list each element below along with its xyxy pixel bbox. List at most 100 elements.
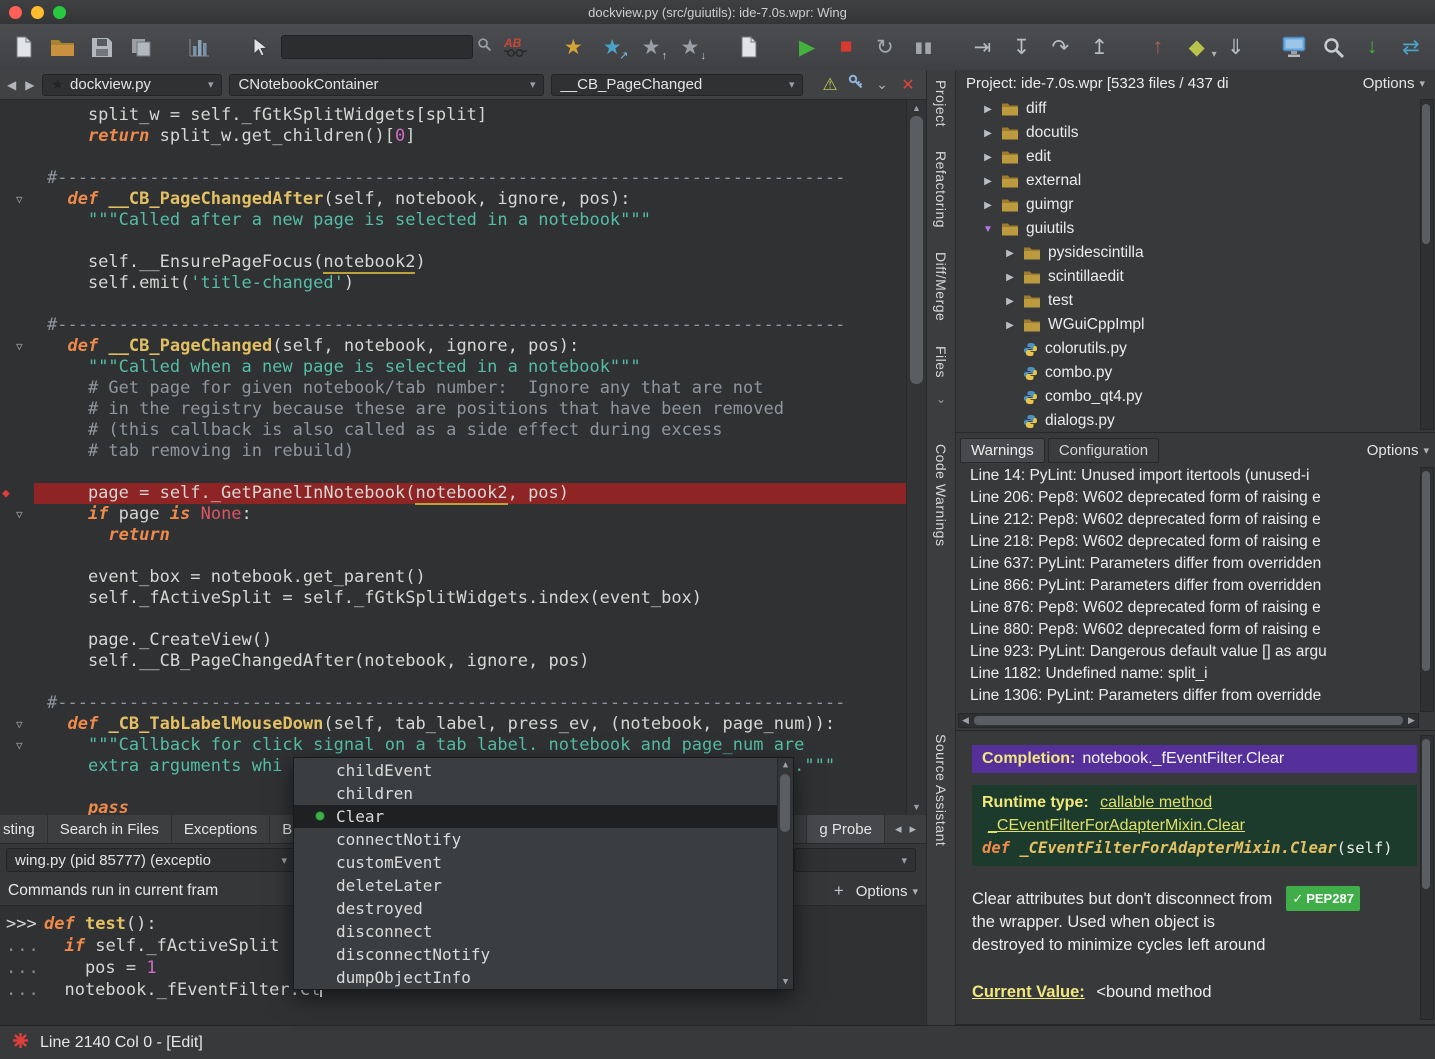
code-line[interactable] bbox=[0, 294, 906, 315]
select-mode-icon[interactable] bbox=[242, 31, 274, 63]
code-line[interactable] bbox=[0, 546, 906, 567]
scroll-up-icon[interactable]: ▲ bbox=[907, 103, 926, 113]
collapse-all-icon[interactable]: ⇓ bbox=[1220, 31, 1252, 63]
nav-forward-icon[interactable]: ▶ bbox=[24, 78, 35, 92]
tree-item-combo-qt4-py[interactable]: combo_qt4.py bbox=[956, 385, 1421, 409]
debug-restart-icon[interactable]: ↻ bbox=[869, 31, 901, 63]
code-line[interactable] bbox=[0, 462, 906, 483]
scroll-left-icon[interactable]: ◀ bbox=[959, 715, 972, 726]
warnings-indicator-icon[interactable]: ⚠ bbox=[818, 75, 842, 95]
gutter[interactable]: ▽ bbox=[0, 504, 47, 525]
debug-stop-icon[interactable]: ■ bbox=[830, 31, 862, 63]
vertical-tab-code-warnings[interactable]: Code Warnings bbox=[933, 444, 949, 546]
scrollbar-thumb[interactable] bbox=[974, 716, 1403, 725]
scroll-up-icon[interactable]: ▲ bbox=[778, 760, 793, 770]
class-scope-dropdown[interactable]: CNotebookContainer ▾ bbox=[229, 74, 544, 96]
gutter[interactable] bbox=[0, 273, 47, 294]
gutter[interactable] bbox=[0, 651, 47, 672]
code-line[interactable]: page._CreateView() bbox=[0, 630, 906, 651]
warnings-hscrollbar[interactable]: ◀ ▶ bbox=[958, 713, 1419, 728]
expand-arrow-icon[interactable]: ▶ bbox=[982, 200, 994, 211]
project-tree[interactable]: ▶diff▶docutils▶edit▶external▶guimgr▼guiu… bbox=[956, 97, 1421, 432]
scrollbar-thumb[interactable] bbox=[910, 116, 923, 384]
tab-configuration[interactable]: Configuration bbox=[1048, 438, 1159, 463]
tree-item-scintillaedit[interactable]: ▶scintillaedit bbox=[956, 265, 1421, 289]
gutter[interactable] bbox=[0, 231, 47, 252]
gutter[interactable] bbox=[0, 105, 47, 126]
code-line[interactable]: ▽ def _CB_TabLabelMouseDown(self, tab_la… bbox=[0, 714, 906, 735]
warning-item[interactable]: Line 218: Pep8: W602 deprecated form of … bbox=[956, 531, 1421, 553]
gutter[interactable] bbox=[0, 462, 47, 483]
new-file-icon[interactable] bbox=[8, 31, 40, 63]
warnings-options-button[interactable]: Options ▾ bbox=[1367, 442, 1429, 459]
warning-item[interactable]: Line 14: PyLint: Unused import itertools… bbox=[956, 465, 1421, 487]
code-line[interactable]: #---------------------------------------… bbox=[0, 693, 906, 714]
gutter[interactable]: ◆ bbox=[0, 483, 47, 504]
bookmark-next-icon[interactable]: ★↓ bbox=[674, 31, 706, 63]
code-line[interactable]: split_w = self._fGtkSplitWidgets[split] bbox=[0, 105, 906, 126]
code-line[interactable]: # in the registry because these are posi… bbox=[0, 399, 906, 420]
tab-warnings[interactable]: Warnings bbox=[960, 438, 1045, 463]
tab-exceptions[interactable]: Exceptions bbox=[172, 815, 270, 843]
bookmark-prev-icon[interactable]: ★↑ bbox=[635, 31, 667, 63]
code-line[interactable]: #---------------------------------------… bbox=[0, 168, 906, 189]
frame-up-icon[interactable]: ↑ bbox=[1142, 31, 1174, 63]
gutter[interactable] bbox=[0, 294, 47, 315]
profiler-icon[interactable] bbox=[183, 31, 215, 63]
expand-arrow-icon[interactable]: ▶ bbox=[1004, 320, 1016, 331]
breakpoint-marker-icon[interactable]: ◆ bbox=[2, 483, 10, 504]
completion-item[interactable]: childEvent bbox=[294, 759, 777, 782]
expand-arrow-icon[interactable]: ▶ bbox=[982, 176, 994, 187]
gutter[interactable] bbox=[0, 693, 47, 714]
gutter[interactable] bbox=[0, 420, 47, 441]
warning-item[interactable]: Line 923: PyLint: Dangerous default valu… bbox=[956, 641, 1421, 663]
bookmark-visit-icon[interactable]: ★↗ bbox=[596, 31, 628, 63]
save-file-icon[interactable] bbox=[86, 31, 118, 63]
code-line[interactable]: # (this callback is also called as a sid… bbox=[0, 420, 906, 441]
project-options-button[interactable]: Options ▾ bbox=[1363, 75, 1425, 92]
editor-menu-chevron-icon[interactable]: ⌄ bbox=[870, 76, 894, 93]
gutter[interactable] bbox=[0, 798, 47, 815]
autocomplete-scrollbar[interactable]: ▲ ▼ bbox=[777, 758, 793, 989]
gutter[interactable]: ▽ bbox=[0, 735, 47, 756]
collapse-arrow-icon[interactable]: ▼ bbox=[982, 224, 994, 235]
gutter[interactable] bbox=[0, 126, 47, 147]
code-line[interactable] bbox=[0, 231, 906, 252]
warnings-scrollbar[interactable] bbox=[1420, 467, 1434, 712]
search-manager-icon[interactable] bbox=[1317, 31, 1349, 63]
add-icon[interactable]: + bbox=[834, 881, 844, 901]
code-line[interactable]: return bbox=[0, 525, 906, 546]
expand-arrow-icon[interactable]: ▶ bbox=[1004, 296, 1016, 307]
warnings-list[interactable]: Line 14: PyLint: Unused import itertools… bbox=[956, 465, 1421, 714]
code-line[interactable]: ▽ def __CB_PageChangedAfter(self, notebo… bbox=[0, 189, 906, 210]
code-line[interactable]: self.__EnsurePageFocus(notebook2) bbox=[0, 252, 906, 273]
autocomplete-list[interactable]: childEventchildrenClearconnectNotifycust… bbox=[294, 759, 777, 988]
gutter[interactable] bbox=[0, 147, 47, 168]
gutter[interactable] bbox=[0, 567, 47, 588]
gutter[interactable]: ▽ bbox=[0, 336, 47, 357]
completion-item[interactable]: dumpObjectInfo bbox=[294, 966, 777, 988]
code-line[interactable]: return split_w.get_children()[0] bbox=[0, 126, 906, 147]
save-copy-icon[interactable] bbox=[125, 31, 157, 63]
completion-item[interactable]: disconnect bbox=[294, 920, 777, 943]
tree-item-dialogs-py[interactable]: dialogs.py bbox=[956, 409, 1421, 432]
fold-arrow-icon[interactable]: ▽ bbox=[16, 336, 23, 357]
breakpoint-menu-icon[interactable]: ◆▾ bbox=[1181, 31, 1213, 63]
vertical-tab-refactoring[interactable]: Refactoring bbox=[933, 151, 949, 228]
scrollbar-thumb[interactable] bbox=[780, 774, 790, 832]
gutter[interactable] bbox=[0, 210, 47, 231]
tree-item-wguicppimpl[interactable]: ▶WGuiCppImpl bbox=[956, 313, 1421, 337]
project-scrollbar[interactable] bbox=[1420, 99, 1434, 430]
fold-arrow-icon[interactable]: ▽ bbox=[16, 714, 23, 735]
editor-code[interactable]: split_w = self._fGtkSplitWidgets[split] … bbox=[0, 100, 906, 815]
expand-arrow-icon[interactable]: ▶ bbox=[982, 104, 994, 115]
code-line[interactable]: # Get page for given notebook/tab number… bbox=[0, 378, 906, 399]
tree-item-docutils[interactable]: ▶docutils bbox=[956, 121, 1421, 145]
tree-item-test[interactable]: ▶test bbox=[956, 289, 1421, 313]
expand-arrow-icon[interactable]: ▶ bbox=[1004, 272, 1016, 283]
update-available-icon[interactable]: ↓ bbox=[1356, 31, 1388, 63]
step-out-icon[interactable]: ↥ bbox=[1083, 31, 1115, 63]
close-window-button[interactable] bbox=[9, 6, 22, 19]
toolbar-search-input[interactable] bbox=[281, 35, 473, 59]
search-icon[interactable] bbox=[477, 37, 492, 57]
